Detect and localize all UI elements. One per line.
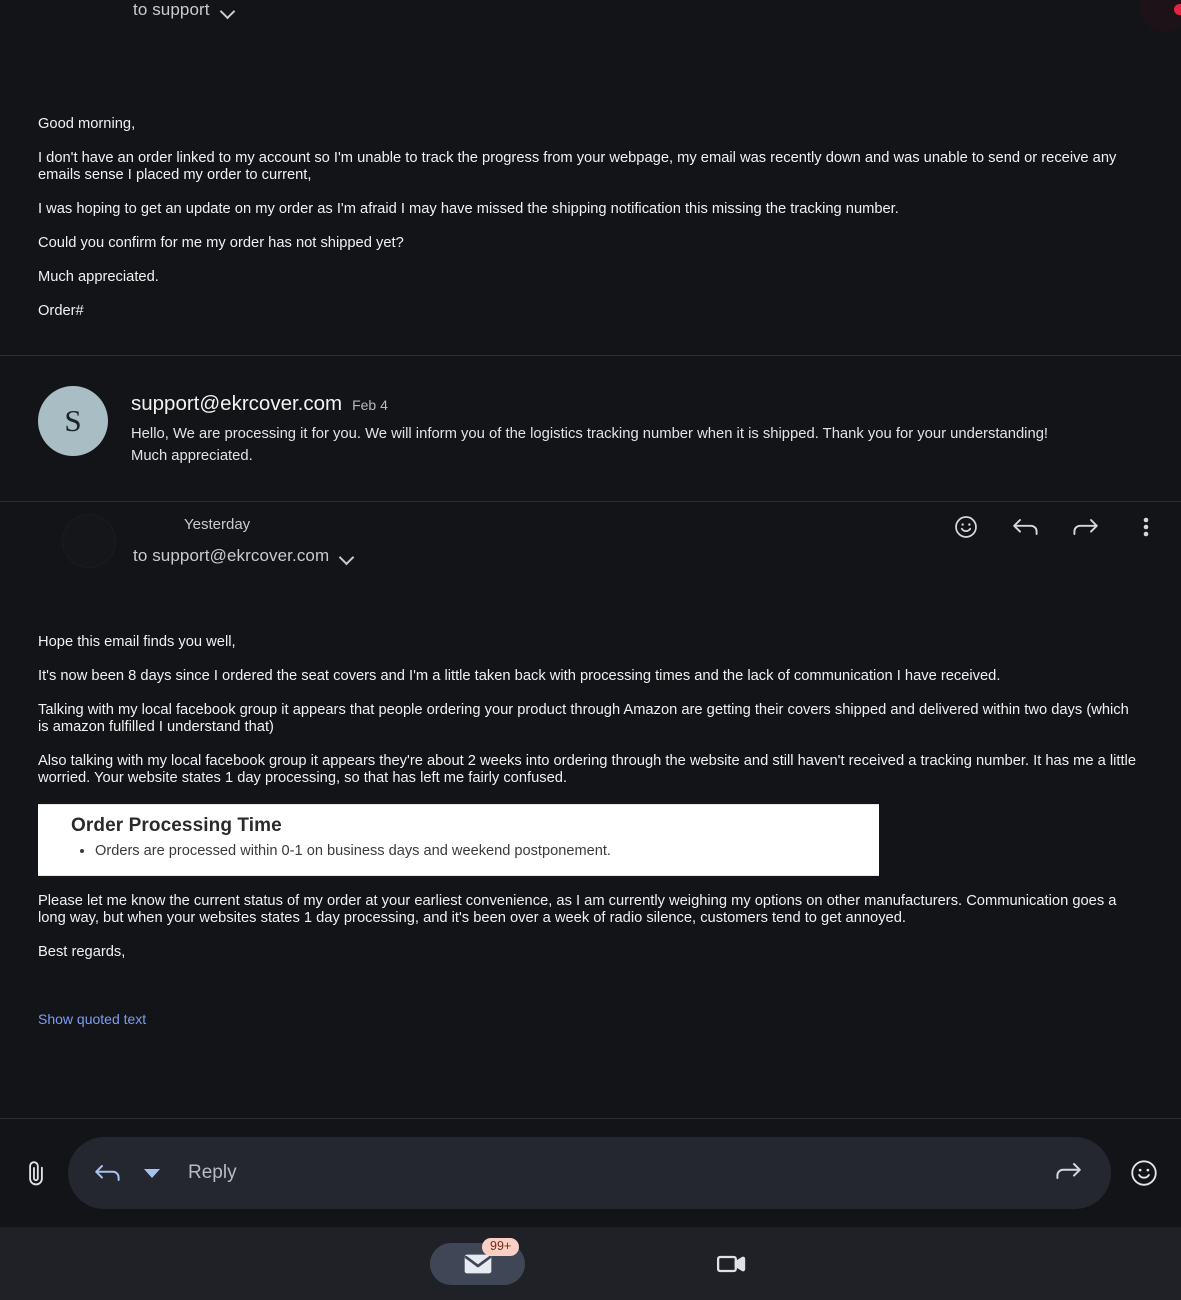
message-1-paragraph: Could you confirm for me my order has no… — [38, 235, 404, 251]
message-3-paragraph: It's now been 8 days since I ordered the… — [38, 668, 1001, 684]
bottom-navigation: 99+ — [0, 1227, 1181, 1300]
message-1-body: Good morning, I don't have an order link… — [0, 30, 1181, 320]
order-processing-time-card: Order Processing Time Orders are process… — [38, 804, 879, 876]
reply-bar: Reply — [0, 1119, 1181, 1227]
chevron-down-icon[interactable] — [220, 4, 236, 20]
more-options-icon[interactable] — [1129, 510, 1163, 544]
message-3-paragraph: Hope this email finds you well, — [38, 634, 236, 650]
message-2-header: support@ekrcover.com Feb 4 — [131, 392, 1071, 416]
message-3: Yesterday to support@ekrcover.com Hope t… — [0, 502, 1181, 1039]
forward-icon[interactable] — [1053, 1158, 1085, 1189]
message-1-recipients[interactable]: to support — [133, 0, 236, 20]
message-1-paragraph: I was hoping to get an update on my orde… — [38, 201, 899, 217]
message-3-paragraph: Also talking with my local facebook grou… — [38, 753, 1136, 786]
order-card-title: Order Processing Time — [71, 815, 282, 836]
reply-input[interactable]: Reply — [170, 1162, 1043, 1184]
nav-meet[interactable] — [715, 1249, 751, 1279]
order-card-bullet: Orders are processed within 0-1 on busin… — [95, 841, 879, 861]
message-actions — [949, 510, 1163, 544]
message-1-paragraph: Good morning, — [38, 116, 136, 132]
message-3-paragraph: Best regards, — [38, 944, 126, 960]
message-2-content: support@ekrcover.com Feb 4 Hello, We are… — [131, 386, 1071, 467]
avatar: S — [38, 386, 108, 456]
message-3-body: Hope this email finds you well, It's now… — [0, 612, 1181, 1029]
message-2-body: Hello, We are processing it for you. We … — [131, 426, 1049, 464]
forward-icon[interactable] — [1069, 510, 1103, 544]
message-1-paragraph: Much appreciated. — [38, 269, 159, 285]
reply-icon[interactable] — [92, 1160, 124, 1186]
video-camera-icon — [716, 1255, 746, 1272]
thread-scroll-area[interactable]: to support Good morning, I don't have an… — [0, 0, 1181, 1118]
sender-email: support@ekrcover.com — [131, 392, 343, 415]
email-thread-screen: to support Good morning, I don't have an… — [0, 0, 1181, 1300]
message-1-header: to support — [0, 0, 1181, 30]
order-card-list: Orders are processed within 0-1 on busin… — [38, 841, 879, 861]
emoji-picker-icon[interactable] — [1121, 1150, 1167, 1196]
message-3-to-label: to support@ekrcover.com — [133, 546, 330, 565]
message-3-paragraph: Talking with my local facebook group it … — [38, 702, 1129, 735]
message-date: Feb 4 — [352, 397, 388, 413]
add-reaction-icon[interactable] — [949, 510, 983, 544]
message-1-paragraph: I don't have an order linked to my accou… — [38, 150, 1117, 183]
message-3-header: Yesterday to support@ekrcover.com — [0, 502, 1181, 612]
message-1: to support Good morning, I don't have an… — [0, 0, 1181, 355]
message-1-to-label: to support — [133, 0, 210, 19]
message-2[interactable]: S support@ekrcover.com Feb 4 Hello, We a… — [0, 356, 1181, 501]
reply-icon[interactable] — [1009, 510, 1043, 544]
reply-mode-dropdown-icon[interactable] — [144, 1168, 160, 1178]
message-3-recipients[interactable]: to support@ekrcover.com — [133, 546, 1181, 566]
reply-input-box[interactable]: Reply — [68, 1137, 1111, 1209]
avatar — [62, 514, 116, 568]
nav-mail[interactable]: 99+ — [430, 1237, 525, 1285]
message-1-paragraph: Order# — [38, 303, 84, 319]
attachment-icon[interactable] — [14, 1151, 58, 1195]
show-quoted-text-link[interactable]: Show quoted text — [38, 1011, 146, 1028]
chevron-down-icon[interactable] — [339, 550, 355, 566]
message-3-paragraph: Please let me know the current status of… — [38, 893, 1117, 926]
mail-unread-badge: 99+ — [482, 1237, 520, 1256]
